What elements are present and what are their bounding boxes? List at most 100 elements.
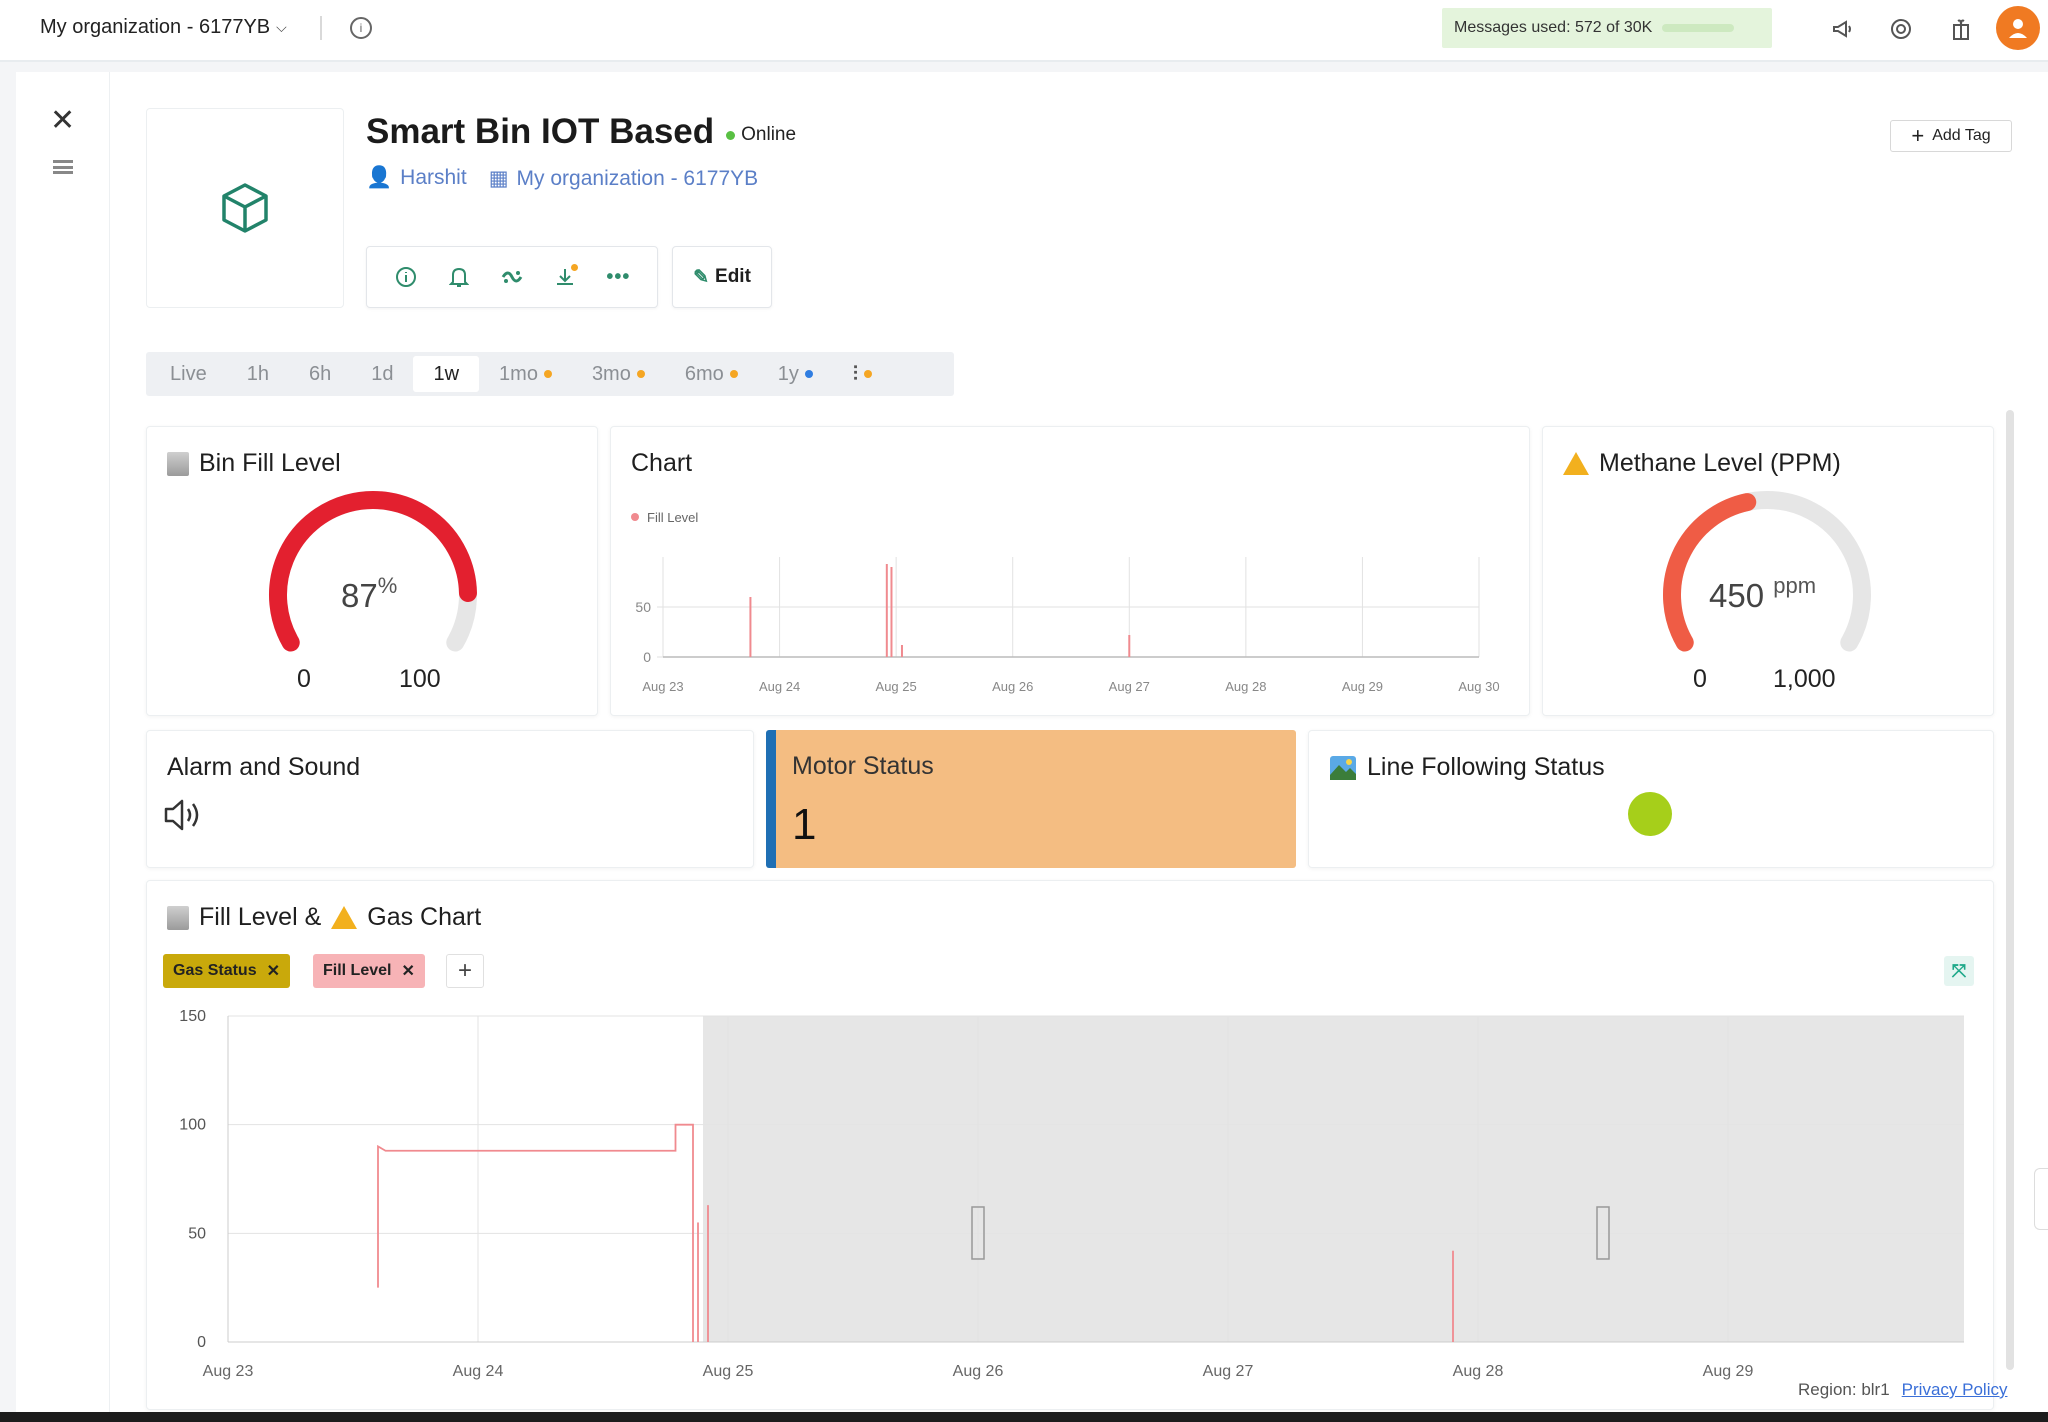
divider — [320, 16, 322, 40]
alarm-title: Alarm and Sound — [167, 753, 361, 781]
user-icon: 👤 — [366, 166, 393, 189]
time-tab[interactable]: 3mo — [572, 356, 665, 392]
more-button[interactable]: ••• — [603, 262, 633, 292]
time-tab[interactable]: 1h — [227, 356, 289, 392]
feature-dot — [543, 370, 552, 378]
plus-icon: + — [1911, 123, 1925, 148]
time-tab[interactable]: 1w — [413, 356, 480, 392]
time-range-tabs: Live 1h 6h 1d 1w 1mo 3mo 6mo 1y ⫶ — [146, 352, 954, 396]
side-rail — [16, 72, 110, 1422]
messages-usage-text: Messages used: 572 of 30K — [1454, 19, 1653, 36]
download-button[interactable] — [550, 262, 580, 292]
x-tick-label: Aug 25 — [703, 1363, 754, 1380]
support-icon[interactable] — [1886, 14, 1916, 44]
x-tick-label: Aug 28 — [1453, 1363, 1504, 1380]
speaker-icon[interactable] — [163, 797, 207, 833]
methane-level-widget: Methane Level (PPM) 450 ppm 0 1,000 — [1542, 426, 1994, 716]
bin-fill-title: Bin Fill Level — [199, 449, 341, 477]
y-tick-label: 50 — [188, 1225, 206, 1242]
taskbar-strip — [0, 1412, 2048, 1422]
motor-value: 1 — [792, 800, 817, 849]
fill-level-tag[interactable]: Fill Level ✕ — [313, 954, 425, 988]
megaphone-icon[interactable] — [1828, 14, 1858, 44]
widget-title: Line Following Status — [1329, 753, 1605, 782]
time-tab-label: 1y — [777, 362, 799, 385]
gauge-value: 450 ppm — [1709, 573, 1817, 614]
gauge-value: 87% — [341, 573, 398, 614]
link-icon — [501, 271, 523, 283]
x-tick-label: Aug 27 — [1109, 679, 1150, 694]
side-drawer-handle[interactable] — [2034, 1168, 2048, 1230]
gauge-max: 1,000 — [1773, 665, 1836, 693]
time-tab[interactable]: 6h — [289, 356, 351, 392]
info-button[interactable] — [391, 262, 421, 292]
x-tick-label: Aug 23 — [203, 1363, 254, 1380]
time-tab[interactable]: Live — [150, 356, 227, 392]
menu-icon[interactable] — [53, 160, 73, 174]
add-tag-label: Add Tag — [1932, 127, 1991, 144]
integrations-button[interactable] — [497, 262, 527, 292]
notifications-button[interactable] — [444, 262, 474, 292]
scrollbar[interactable] — [2006, 410, 2014, 1370]
edit-button[interactable]: ✎ Edit — [672, 246, 772, 308]
cube-icon — [222, 183, 268, 233]
motor-title: Motor Status — [792, 752, 934, 780]
close-icon[interactable]: ✕ — [50, 106, 75, 136]
x-tick-label: Aug 27 — [1203, 1363, 1254, 1380]
map-icon — [1330, 755, 1356, 780]
time-tab-label: 1d — [371, 362, 394, 385]
remove-tag-icon[interactable]: ✕ — [401, 961, 414, 981]
gauge-fill — [1663, 493, 1757, 652]
gauge-min: 0 — [297, 665, 311, 693]
alarm-sound-widget: Alarm and Sound — [146, 730, 754, 868]
legend-marker — [631, 513, 639, 521]
device-actions: ••• — [366, 246, 658, 308]
time-tab[interactable]: ⫶ — [833, 356, 892, 392]
device-image — [146, 108, 344, 308]
expand-icon[interactable]: ⤧ — [1944, 956, 1974, 986]
x-tick-label: Aug 24 — [759, 679, 800, 694]
widget-title: Methane Level (PPM) — [1563, 449, 1841, 478]
organization-link[interactable]: ▦ My organization - 6177YB — [489, 166, 758, 191]
info-icon[interactable]: i — [350, 17, 372, 39]
gift-icon[interactable] — [1946, 14, 1976, 44]
gas-status-tag[interactable]: Gas Status ✕ — [163, 954, 290, 988]
organization-selector[interactable]: My organization - 6177YB ⌵ — [40, 16, 287, 39]
y-tick-label: 100 — [179, 1117, 206, 1134]
feature-dot — [636, 370, 645, 378]
combo-title-part1: Fill Level & — [199, 903, 322, 931]
feature-dot — [804, 370, 813, 378]
time-tab[interactable]: 1d — [351, 356, 413, 392]
warning-icon — [331, 906, 358, 929]
add-tag-button[interactable]: + Add Tag — [1890, 120, 2012, 152]
add-series-button[interactable]: + — [446, 954, 484, 988]
bin-fill-level-widget: Bin Fill Level 87% 0 100 — [146, 426, 598, 716]
region-label: Region: blr1 — [1798, 1380, 1890, 1399]
organization-name: My organization - 6177YB — [516, 167, 759, 190]
online-status: Online — [726, 124, 796, 146]
time-tab[interactable]: 1y — [758, 356, 833, 392]
privacy-policy-link[interactable]: Privacy Policy — [1902, 1380, 2008, 1400]
wastebasket-icon — [167, 451, 189, 476]
device-name: Smart Bin IOT Based — [366, 112, 715, 151]
sliders-icon: ⫶ — [852, 362, 858, 385]
x-tick-label: Aug 29 — [1342, 679, 1383, 694]
status-label: Online — [741, 124, 797, 145]
warning-icon — [1563, 452, 1589, 475]
time-tab-label: Live — [170, 362, 207, 385]
time-tab[interactable]: 1mo — [479, 356, 572, 392]
user-avatar[interactable] — [1996, 6, 2040, 50]
x-tick-label: Aug 24 — [453, 1363, 504, 1380]
status-dot — [726, 130, 736, 140]
info-circle-icon — [395, 267, 416, 287]
time-tab-label: 3mo — [591, 362, 631, 385]
remove-tag-icon[interactable]: ✕ — [267, 961, 280, 981]
tag-label: Fill Level — [323, 962, 392, 979]
building-icon: ▦ — [488, 167, 509, 190]
owner-link[interactable]: 👤 Harshit — [366, 166, 467, 191]
time-tab-label: 6h — [308, 362, 332, 385]
messages-usage-bar — [1662, 24, 1735, 32]
update-badge — [571, 264, 579, 271]
widget-title: Bin Fill Level — [167, 449, 341, 478]
time-tab[interactable]: 6mo — [665, 356, 758, 392]
